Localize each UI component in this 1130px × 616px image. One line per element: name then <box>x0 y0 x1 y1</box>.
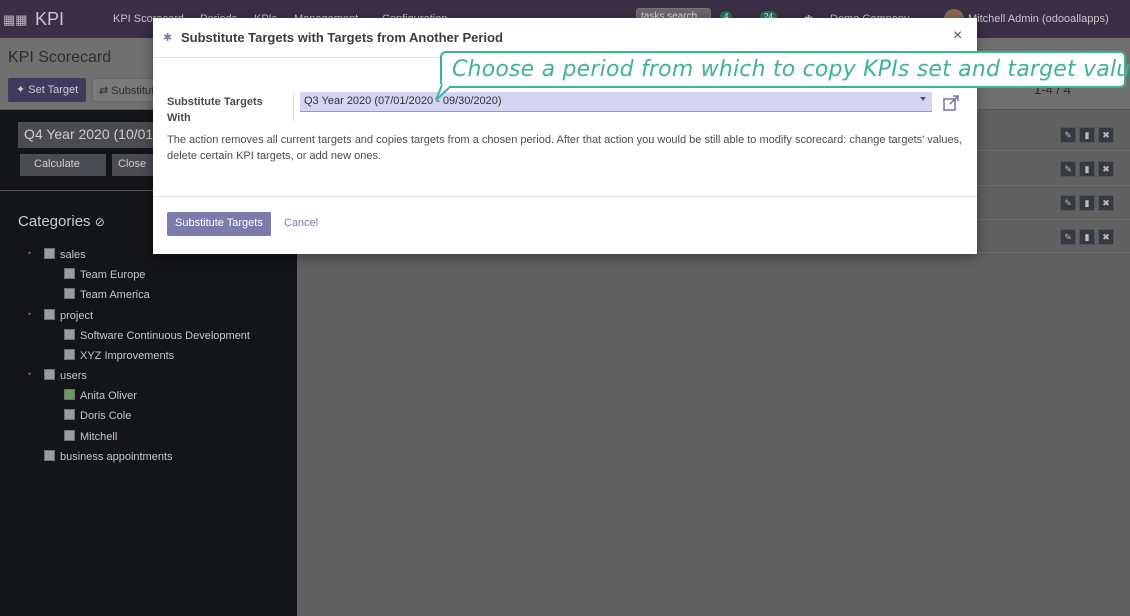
category-checkbox[interactable] <box>44 450 55 461</box>
category-label: XYZ Improvements <box>80 350 175 362</box>
category-label: business appointments <box>60 451 173 463</box>
set-target-button[interactable]: ✦ Set Target <box>8 78 87 102</box>
user-menu[interactable]: Mitchell Admin (odooallapps) <box>968 13 1109 25</box>
row-actions: ✎ ▮ ✖ <box>1060 160 1118 178</box>
category-checkbox[interactable] <box>64 288 75 299</box>
substitute-targets-button[interactable]: Substitute Targets <box>167 212 271 236</box>
category-label: Anita Oliver <box>80 390 137 402</box>
category-item[interactable]: Doris Cole <box>64 409 131 422</box>
category-label: users <box>60 370 87 382</box>
help-text: The action removes all current targets a… <box>167 134 963 162</box>
tooltip-callout: Choose a period from which to copy KPIs … <box>440 51 1130 88</box>
category-checkbox[interactable] <box>64 329 75 340</box>
category-item[interactable]: Team America <box>64 288 150 301</box>
category-item[interactable]: Mitchell <box>64 430 117 443</box>
category-label: Doris Cole <box>80 410 132 422</box>
category-checkbox[interactable] <box>64 349 75 360</box>
category-item[interactable]: Anita Oliver <box>64 389 137 402</box>
category-checkbox[interactable] <box>44 309 55 320</box>
close-period-label: Close <box>118 158 147 170</box>
category-checkbox[interactable] <box>64 389 75 400</box>
chart-icon[interactable]: ▮ <box>1079 127 1095 143</box>
delete-icon[interactable]: ✖ <box>1098 195 1114 211</box>
edit-icon[interactable]: ✎ <box>1060 229 1076 245</box>
category-item[interactable]: XYZ Improvements <box>64 349 174 362</box>
category-checkbox[interactable] <box>44 248 55 259</box>
category-checkbox[interactable] <box>64 409 75 420</box>
callout-text: Choose a period from which to copy KPIs … <box>452 57 1130 82</box>
period-select[interactable]: Q3 Year 2020 (07/01/2020 - 09/30/2020) <box>300 92 932 112</box>
category-checkbox[interactable] <box>64 268 75 279</box>
edit-icon[interactable]: ✎ <box>1060 161 1076 177</box>
category-label: Software Continuous Development <box>80 330 250 342</box>
category-checkbox[interactable] <box>64 430 75 441</box>
cancel-button[interactable]: Cancel <box>284 217 318 229</box>
expand-icon[interactable]: • <box>28 309 31 319</box>
category-item[interactable]: • sales <box>28 248 86 261</box>
category-item[interactable]: business appointments <box>44 450 173 463</box>
delete-icon[interactable]: ✖ <box>1098 127 1114 143</box>
callout-pointer <box>435 84 452 101</box>
category-item[interactable]: • project <box>28 309 94 322</box>
category-checkbox[interactable] <box>44 369 55 380</box>
row-actions: ✎ ▮ ✖ <box>1060 228 1118 246</box>
field-separator <box>293 92 294 122</box>
category-label: project <box>60 310 94 322</box>
grid-icon[interactable]: ▦▦ <box>3 12 28 28</box>
category-item[interactable]: Software Continuous Development <box>64 329 250 342</box>
category-label: sales <box>60 249 86 261</box>
expand-icon[interactable]: • <box>28 369 31 379</box>
chart-icon[interactable]: ▮ <box>1079 229 1095 245</box>
row-actions: ✎ ▮ ✖ <box>1060 126 1118 144</box>
set-target-label: Set Target <box>28 84 79 96</box>
delete-icon[interactable]: ✖ <box>1098 229 1114 245</box>
category-label: Mitchell <box>80 431 118 443</box>
period-select-value: Q3 Year 2020 (07/01/2020 - 09/30/2020) <box>304 95 502 107</box>
edit-icon[interactable]: ✎ <box>1060 127 1076 143</box>
external-link-icon[interactable] <box>942 94 960 112</box>
category-label: Team America <box>80 289 150 301</box>
app-brand[interactable]: KPI <box>35 9 64 30</box>
chevron-down-icon[interactable] <box>920 97 926 101</box>
category-item[interactable]: Team Europe <box>64 268 145 281</box>
expand-icon[interactable]: • <box>28 248 31 258</box>
dialog-title: Substitute Targets with Targets from Ano… <box>181 30 503 45</box>
row-actions: ✎ ▮ ✖ <box>1060 194 1118 212</box>
category-item[interactable]: • users <box>28 369 87 382</box>
close-icon[interactable]: × <box>953 27 962 45</box>
bug-icon: ✱ <box>163 32 173 44</box>
substitute-targets-with-label: Substitute Targets With <box>167 96 263 124</box>
clear-filter-icon[interactable]: ⊘ <box>95 215 105 229</box>
calculate-label: Calculate <box>34 158 80 170</box>
dialog-footer: Substitute Targets Cancel <box>153 196 977 254</box>
calculate-button[interactable]: Calculate <box>20 154 106 176</box>
categories-title: Categories ⊘ <box>18 213 105 230</box>
delete-icon[interactable]: ✖ <box>1098 161 1114 177</box>
page-title: KPI Scorecard <box>8 49 112 66</box>
chart-icon[interactable]: ▮ <box>1079 161 1095 177</box>
category-label: Team Europe <box>80 269 146 281</box>
chart-icon[interactable]: ▮ <box>1079 195 1095 211</box>
edit-icon[interactable]: ✎ <box>1060 195 1076 211</box>
